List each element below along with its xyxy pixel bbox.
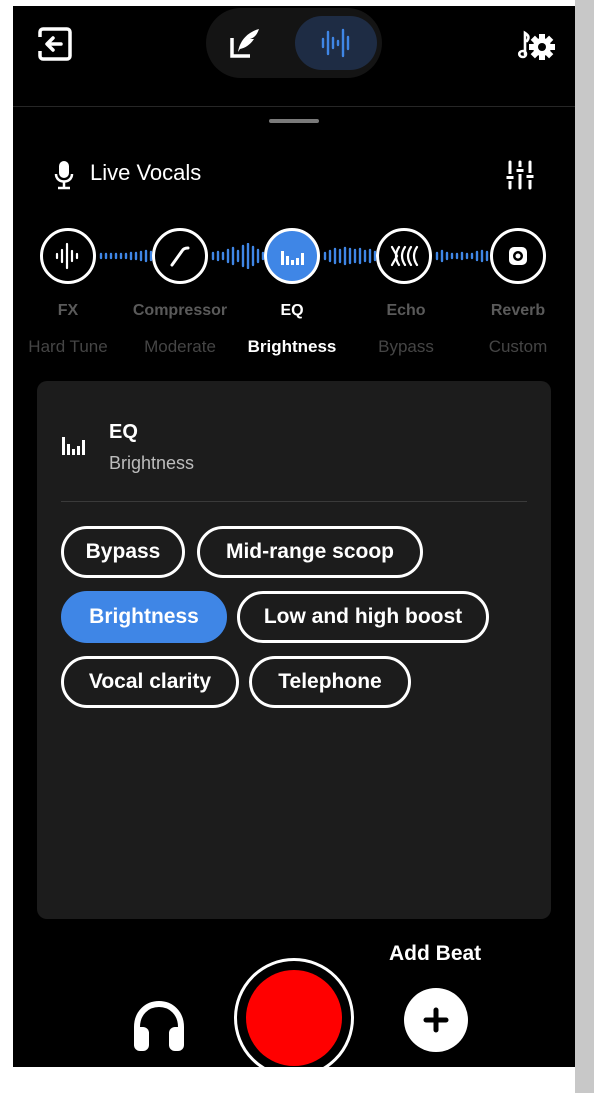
chain-connector [98,243,154,269]
scrollbar[interactable] [575,0,594,1093]
chain-connector [322,243,378,269]
record-indicator [246,970,342,1066]
plus-icon [423,1007,449,1033]
monitor-headphones-button[interactable] [127,994,191,1058]
fx-preset-reverb: Custom [488,337,548,356]
chain-connector [434,243,490,269]
add-beat-label: Add Beat [389,942,482,965]
eq-preset-panel: EQ Brightness Bypass Mid-range scoop Bri… [37,381,551,919]
exit-icon [37,27,72,61]
fx-node-compressor[interactable] [152,228,208,284]
compressor-curve-icon [170,246,190,267]
app-screen: Live Vocals FX Compressor EQ Echo Reverb… [13,6,575,1067]
audio-settings-button[interactable] [513,26,557,66]
mode-record-button[interactable] [295,16,377,70]
preset-chip-vocal-clarity[interactable]: Vocal clarity [61,656,239,708]
eq-bars-icon [61,431,87,457]
mode-edit-button[interactable] [218,16,272,70]
music-gear-icon [517,30,555,60]
record-button[interactable] [234,958,354,1067]
fx-name-echo: Echo [386,302,426,319]
speaker-icon [509,247,527,265]
preset-chip-brightness[interactable]: Brightness [61,591,227,643]
mixer-button[interactable] [501,156,539,194]
waveform-icon [55,242,79,270]
fx-node-eq[interactable] [264,228,320,284]
sliders-icon [504,160,536,190]
fx-preset-compressor: Moderate [144,337,216,356]
eq-bars-icon [281,251,304,265]
quill-icon [230,29,259,58]
headphones-icon [134,1000,184,1051]
preset-chip-bypass[interactable]: Bypass [61,526,185,578]
fx-node-reverb[interactable] [490,228,546,284]
echo-waves-icon [390,245,419,267]
preset-chip-mid-range-scoop[interactable]: Mid-range scoop [197,526,423,578]
drag-handle[interactable] [269,119,319,123]
preset-chip-low-and-high-boost[interactable]: Low and high boost [237,591,489,643]
exit-button[interactable] [35,24,75,64]
add-beat-button[interactable] [404,988,468,1052]
preset-chip-telephone[interactable]: Telephone [249,656,411,708]
fx-name-compressor: Compressor [132,302,228,319]
fx-node-echo[interactable] [376,228,432,284]
fx-name-eq: EQ [280,302,304,319]
panel-divider [61,501,527,502]
fx-name-reverb: Reverb [490,302,546,319]
fx-preset-eq: Brightness [247,337,337,356]
track-title: Live Vocals [90,160,202,185]
panel-subtitle: Brightness [109,453,195,473]
chain-connector [210,242,266,270]
fx-preset-echo: Bypass [378,337,434,356]
waveform-icon [321,28,350,58]
fx-node-fx[interactable] [40,228,96,284]
panel-title: EQ [109,421,138,443]
microphone-icon [53,160,75,190]
header-divider [13,106,575,107]
